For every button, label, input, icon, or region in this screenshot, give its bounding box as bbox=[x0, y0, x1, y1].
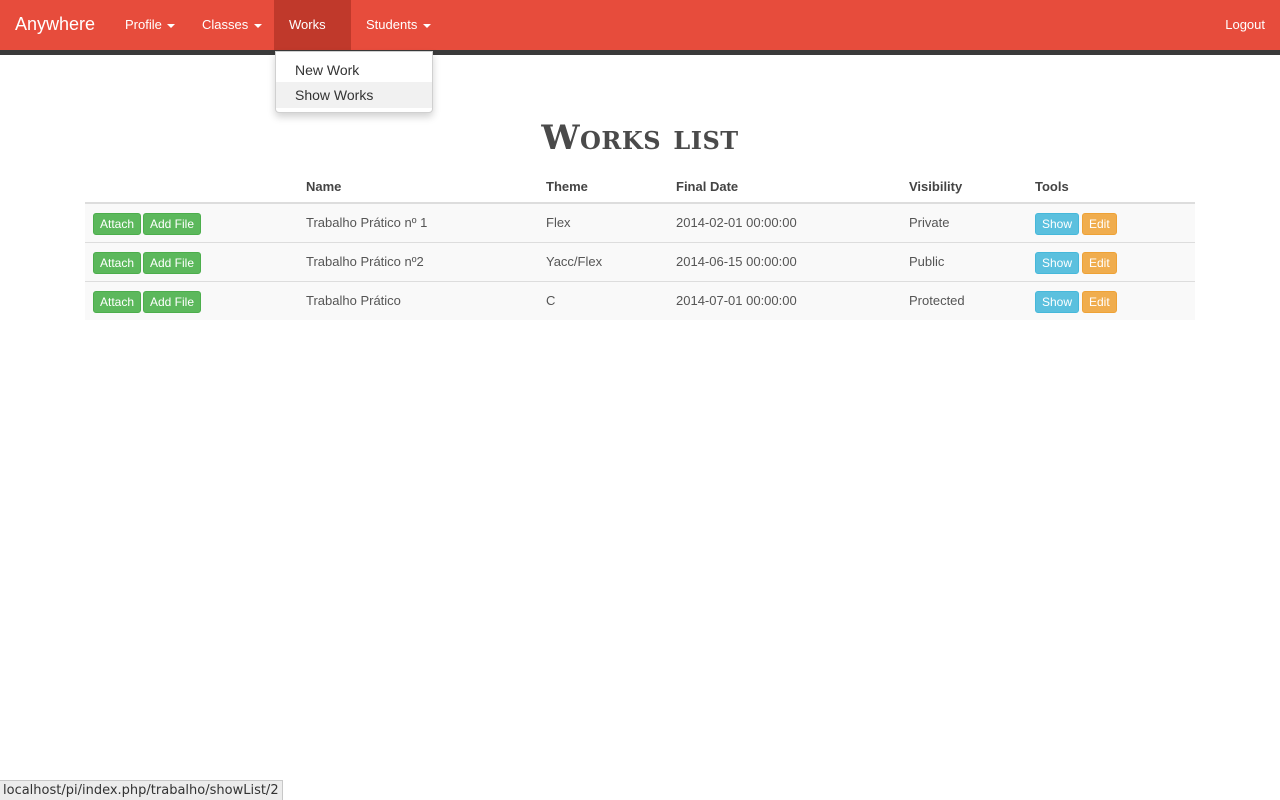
cell-name: Trabalho Prático nº2 bbox=[306, 254, 424, 269]
add-file-button[interactable]: Add File bbox=[143, 291, 202, 313]
brand-link[interactable]: Anywhere bbox=[15, 14, 95, 35]
attach-button[interactable]: Attach bbox=[93, 252, 142, 274]
cell-visibility: Private bbox=[909, 215, 950, 230]
caret-down-icon bbox=[253, 23, 262, 28]
cell-final-date: 2014-06-15 00:00:00 bbox=[676, 254, 797, 269]
cell-name: Trabalho Prático nº 1 bbox=[306, 215, 428, 230]
column-header-final-date: Final Date bbox=[676, 179, 739, 194]
nav-classes-label: Classes bbox=[202, 17, 249, 32]
cell-name: Trabalho Prático bbox=[306, 293, 401, 308]
column-header-theme: Theme bbox=[546, 179, 588, 194]
cell-theme: C bbox=[546, 293, 556, 308]
navbar-border bbox=[0, 50, 1280, 55]
dropdown-item-new-work[interactable]: New Work bbox=[276, 57, 432, 83]
column-header-visibility: Visibility bbox=[909, 179, 963, 194]
caret-down-icon bbox=[167, 23, 176, 28]
nav-profile[interactable]: Profile bbox=[110, 0, 190, 50]
cell-visibility: Protected bbox=[909, 293, 965, 308]
table-row: Attach Add File Trabalho Prático nº 1 Fl… bbox=[85, 204, 1195, 243]
nav-works-label: Works bbox=[289, 17, 326, 32]
attach-button[interactable]: Attach bbox=[93, 291, 142, 313]
edit-button[interactable]: Edit bbox=[1082, 213, 1117, 235]
table-row: Attach Add File Trabalho Prático nº2 Yac… bbox=[85, 243, 1195, 282]
nav-profile-label: Profile bbox=[125, 17, 162, 32]
works-table: Name Theme Final Date Visibility Tools A… bbox=[85, 172, 1195, 320]
caret-down-icon bbox=[422, 23, 431, 28]
show-button[interactable]: Show bbox=[1035, 291, 1080, 313]
column-header-tools: Tools bbox=[1035, 179, 1069, 194]
works-dropdown-menu: New Work Show Works bbox=[275, 51, 433, 113]
dropdown-item-show-works[interactable]: Show Works bbox=[276, 82, 432, 108]
cell-theme: Flex bbox=[546, 215, 571, 230]
cell-visibility: Public bbox=[909, 254, 945, 269]
nav-classes[interactable]: Classes bbox=[187, 0, 277, 50]
table-row: Attach Add File Trabalho Prático C 2014-… bbox=[85, 282, 1195, 320]
nav-students[interactable]: Students bbox=[351, 0, 446, 50]
nav-works[interactable]: Works bbox=[274, 0, 351, 78]
add-file-button[interactable]: Add File bbox=[143, 252, 202, 274]
table-header: Name Theme Final Date Visibility Tools bbox=[85, 172, 1195, 204]
edit-button[interactable]: Edit bbox=[1082, 252, 1117, 274]
cell-final-date: 2014-02-01 00:00:00 bbox=[676, 215, 797, 230]
status-bar-url: localhost/pi/index.php/trabalho/showList… bbox=[0, 780, 283, 800]
edit-button[interactable]: Edit bbox=[1082, 291, 1117, 313]
column-header-name: Name bbox=[306, 179, 342, 194]
add-file-button[interactable]: Add File bbox=[143, 213, 202, 235]
show-button[interactable]: Show bbox=[1035, 213, 1080, 235]
attach-button[interactable]: Attach bbox=[93, 213, 142, 235]
top-navbar: Anywhere Profile Classes Works Students … bbox=[0, 0, 1280, 78]
cell-theme: Yacc/Flex bbox=[546, 254, 603, 269]
show-button[interactable]: Show bbox=[1035, 252, 1080, 274]
cell-final-date: 2014-07-01 00:00:00 bbox=[676, 293, 797, 308]
page-title: Works list bbox=[541, 118, 739, 158]
logout-link[interactable]: Logout bbox=[1225, 0, 1265, 50]
nav-students-label: Students bbox=[366, 17, 418, 32]
